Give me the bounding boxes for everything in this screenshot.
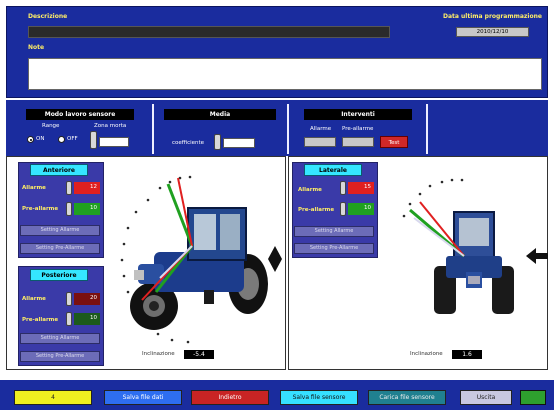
range-off-radio[interactable] xyxy=(58,136,65,143)
tractor-side-view xyxy=(120,175,268,344)
rear-prealarm-label: Pre-allarme xyxy=(22,317,59,323)
divider xyxy=(287,104,289,154)
lateral-prealarm-label: Pre-allarme xyxy=(298,207,335,213)
schedule-date-field[interactable]: 2010/12/10 xyxy=(456,27,529,37)
rear-prealarm-spinner[interactable] xyxy=(66,312,72,326)
front-alarm-spinner[interactable] xyxy=(66,181,72,195)
rear-alarm-spinner[interactable] xyxy=(66,292,72,306)
coefficient-input[interactable] xyxy=(223,138,255,148)
lateral-title: Laterale xyxy=(304,164,362,176)
range-label: Range xyxy=(42,123,60,129)
back-button[interactable]: Indietro xyxy=(191,390,269,405)
range-on-radio[interactable] xyxy=(27,136,34,143)
notes-label: Note xyxy=(28,44,45,51)
tractor-front-view xyxy=(402,178,514,314)
rotate-front-icon[interactable] xyxy=(526,248,548,264)
notes-field[interactable] xyxy=(28,58,542,90)
lateral-setting-alarm-button[interactable]: Setting Allarme xyxy=(294,226,374,237)
page-number-button[interactable]: 4 xyxy=(14,390,92,405)
front-setting-prealarm-button[interactable]: Setting Pre-Allarme xyxy=(20,243,100,254)
dead-zone-spinner[interactable] xyxy=(90,131,97,149)
coefficient-spinner[interactable] xyxy=(214,134,221,150)
front-prealarm-value[interactable]: 10 xyxy=(74,203,100,215)
coefficient-label: coefficiente xyxy=(172,140,205,146)
front-prealarm-spinner[interactable] xyxy=(66,202,72,216)
front-alarm-value[interactable]: 12 xyxy=(74,182,100,194)
rotate-side-icon[interactable] xyxy=(268,246,282,272)
prealarm-count-field[interactable] xyxy=(342,137,374,147)
prealarm-label: Pre-allarme xyxy=(342,126,374,132)
dead-zone-label: Zona morta xyxy=(94,123,127,129)
load-sensor-button[interactable]: Carica file sensore xyxy=(368,390,446,405)
save-sensor-button[interactable]: Salva file sensore xyxy=(280,390,358,405)
right-angle-value: 1.6 xyxy=(452,350,482,359)
front-prealarm-label: Pre-allarme xyxy=(22,206,59,212)
divider xyxy=(152,104,154,154)
schedule-label: Data ultima programmazione xyxy=(443,13,542,20)
rear-prealarm-value[interactable]: 10 xyxy=(74,313,100,325)
divider xyxy=(426,104,428,154)
range-on-label: ON xyxy=(36,136,45,142)
save-data-button[interactable]: Salva file dati xyxy=(104,390,182,405)
left-angle-label: Inclinazione xyxy=(142,351,175,357)
front-setting-alarm-button[interactable]: Setting Allarme xyxy=(20,225,100,236)
lateral-alarm-spinner[interactable] xyxy=(340,181,346,195)
rear-setting-alarm-button[interactable]: Setting Allarme xyxy=(20,333,100,344)
lateral-setting-prealarm-button[interactable]: Setting Pre-Allarme xyxy=(294,243,374,254)
test-button[interactable]: Test xyxy=(380,136,408,148)
alarm-count-field[interactable] xyxy=(304,137,336,147)
alarm-label: Allarme xyxy=(310,126,332,132)
lateral-alarm-label: Allarme xyxy=(298,187,322,193)
front-title: Anteriore xyxy=(30,164,88,176)
status-indicator xyxy=(520,390,546,405)
interventions-title: Interventi xyxy=(304,109,412,120)
lateral-alarm-value[interactable]: 15 xyxy=(348,182,374,194)
dead-zone-input[interactable] xyxy=(99,137,129,147)
media-title: Media xyxy=(164,109,276,120)
range-off-label: OFF xyxy=(67,136,78,142)
lateral-prealarm-value[interactable]: 10 xyxy=(348,203,374,215)
rear-setting-prealarm-button[interactable]: Setting Pre-Allarme xyxy=(20,351,100,362)
lateral-prealarm-spinner[interactable] xyxy=(340,202,346,216)
left-angle-value: -5.4 xyxy=(184,350,214,359)
rear-title: Posteriore xyxy=(30,269,88,281)
front-alarm-label: Allarme xyxy=(22,185,46,191)
rear-alarm-label: Allarme xyxy=(22,296,46,302)
exit-button[interactable]: Uscita xyxy=(460,390,512,405)
description-label: Descrizione xyxy=(28,13,68,20)
rear-alarm-value[interactable]: 20 xyxy=(74,293,100,305)
right-angle-label: Inclinazione xyxy=(410,351,443,357)
description-field[interactable] xyxy=(28,26,390,38)
sensor-mode-title: Modo lavoro sensore xyxy=(26,109,134,120)
